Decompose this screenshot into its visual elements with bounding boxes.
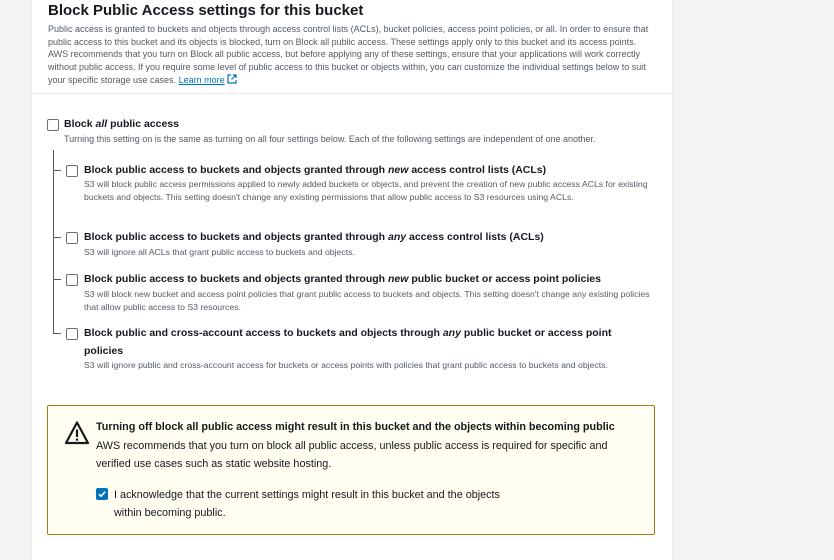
warning-title: Turning off block all public access migh…: [96, 421, 615, 433]
block-all-label-pre: Block: [64, 118, 96, 130]
tree-branch: [53, 237, 61, 238]
warning-body: AWS recommends that you turn on block al…: [96, 440, 608, 470]
new-policies-label-pre: Block public access to buckets and objec…: [84, 273, 388, 285]
any-acls-label-post: access control lists (ACLs): [406, 231, 544, 243]
any-policies-help: S3 will ignore public and cross-account …: [84, 360, 608, 370]
block-all-help: Turning this setting on is the same as t…: [64, 134, 596, 144]
new-policies-label: Block public access to buckets and objec…: [84, 270, 644, 288]
new-acls-label-em: new: [387, 164, 409, 176]
new-acls-checkbox[interactable]: [66, 165, 78, 177]
external-link-icon: [227, 74, 237, 84]
block-all-label-post: public access: [107, 118, 179, 130]
any-acls-label: Block public access to buckets and objec…: [84, 228, 644, 246]
new-acls-help: S3 will block public access permissions …: [84, 179, 648, 202]
any-policies-checkbox[interactable]: [66, 328, 78, 340]
block-all-label: Block all public access: [64, 118, 179, 130]
new-policies-help: S3 will block new bucket and access poin…: [84, 289, 650, 312]
any-acls-help: S3 will ignore all ACLs that grant publi…: [84, 247, 355, 257]
new-acls-label-pre: Block public access to buckets and objec…: [84, 164, 388, 176]
new-policies-label-post: public bucket or access point policies: [408, 273, 601, 285]
new-acls-label: Block public access to buckets and objec…: [84, 161, 644, 179]
block-all-label-em: all: [95, 118, 108, 130]
warning-alert: Turning off block all public access migh…: [47, 405, 655, 535]
any-acls-label-pre: Block public access to buckets and objec…: [84, 231, 388, 243]
warning-triangle-icon: [64, 421, 90, 445]
learn-more-label: Learn more: [178, 74, 225, 85]
panel-header: Block Public Access settings for this bu…: [32, 0, 672, 94]
description-text: Public access is granted to buckets and …: [48, 24, 649, 85]
new-policies-checkbox[interactable]: [66, 274, 78, 286]
checkmark-icon: [98, 491, 106, 498]
block-all-checkbox[interactable]: [47, 119, 59, 131]
tree-branch: [53, 279, 61, 280]
any-policies-label: Block public and cross-account access to…: [84, 324, 644, 360]
new-acls-label-post: access control lists (ACLs): [408, 164, 547, 176]
any-policies-label-em: any: [442, 327, 461, 339]
section-description: Public access is granted to buckets and …: [48, 23, 658, 87]
new-policies-label-em: new: [387, 273, 409, 285]
tree-branch: [53, 170, 61, 171]
tree-connector: [53, 150, 54, 333]
tree-branch: [53, 333, 61, 334]
acknowledge-label: I acknowledge that the current settings …: [114, 489, 500, 519]
acknowledge-checkbox[interactable]: [96, 488, 108, 500]
any-policies-label-pre: Block public and cross-account access to…: [84, 327, 443, 339]
section-title: Block Public Access settings for this bu…: [48, 2, 364, 19]
any-acls-label-em: any: [387, 231, 407, 243]
learn-more-link[interactable]: Learn more: [178, 74, 237, 85]
any-acls-checkbox[interactable]: [66, 232, 78, 244]
